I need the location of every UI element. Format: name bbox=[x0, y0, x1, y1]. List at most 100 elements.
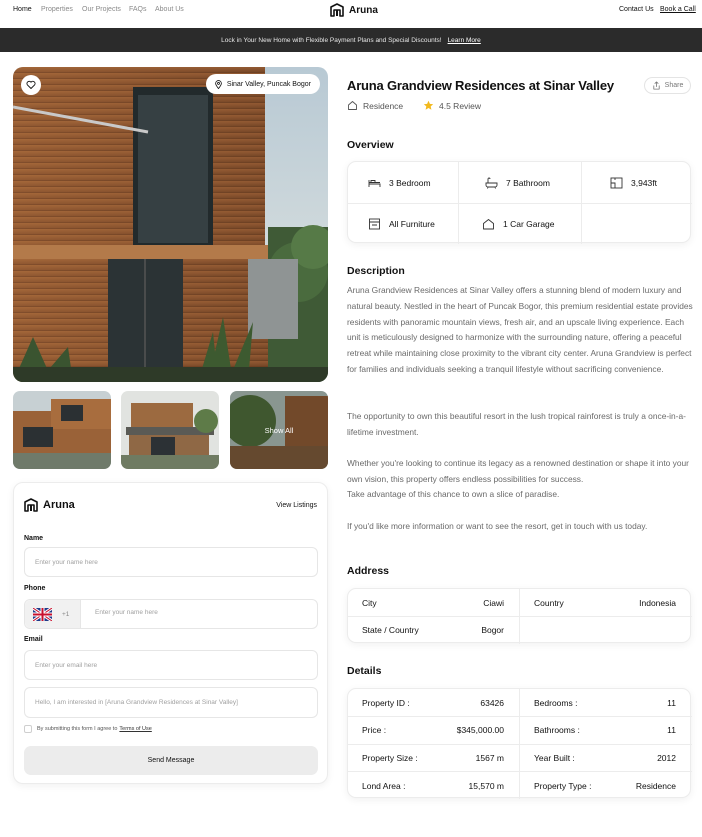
area-icon bbox=[610, 177, 623, 188]
details-value: 11 bbox=[667, 725, 676, 735]
phone-placeholder: Enter your name here bbox=[95, 609, 158, 616]
location-text: Sinar Valley, Puncak Bogor bbox=[226, 80, 311, 88]
favorite-button[interactable] bbox=[21, 75, 41, 95]
garage-icon bbox=[483, 218, 494, 229]
name-placeholder: Enter your name here bbox=[35, 558, 98, 566]
phone-code: +1 bbox=[62, 610, 70, 618]
consent-checkbox[interactable] bbox=[24, 725, 32, 733]
bathtub-icon bbox=[485, 177, 498, 189]
star-icon bbox=[423, 100, 434, 110]
message-placeholder: Hello, I am interested in [Aruna Grandvi… bbox=[35, 699, 238, 706]
overview-furniture: All Furniture bbox=[368, 203, 435, 244]
email-label: Email bbox=[24, 636, 43, 643]
details-value: 15,570 m bbox=[468, 781, 504, 791]
hero-image[interactable]: Sinar Valley, Puncak Bogor bbox=[13, 67, 328, 382]
brand-logo[interactable]: Aruna bbox=[330, 3, 378, 17]
house-photo bbox=[13, 67, 328, 382]
overview-bathrooms: 7 Bathroom bbox=[485, 162, 550, 203]
description-paragraph: Whether you're looking to continue its l… bbox=[347, 458, 689, 484]
uk-flag-icon bbox=[33, 607, 52, 621]
banner-text: Lock in Your New Home with Flexible Paym… bbox=[221, 36, 442, 44]
name-label: Name bbox=[24, 535, 44, 542]
share-label: Share bbox=[664, 82, 684, 89]
country-label: Country bbox=[534, 598, 564, 608]
thumbnail-photo bbox=[121, 391, 219, 469]
property-title: Aruna Grandview Residences at Sinar Vall… bbox=[347, 78, 614, 93]
share-button[interactable]: Share bbox=[644, 77, 691, 94]
overview-label: 1 Car Garage bbox=[503, 218, 555, 229]
banner-learn-more-link[interactable]: Learn More bbox=[448, 37, 481, 44]
furniture-icon bbox=[369, 218, 380, 229]
details-label: Property Size : bbox=[362, 753, 418, 763]
top-nav: Home Properties Our Projects FAQs About … bbox=[0, 0, 702, 24]
consent-text: By submitting this form I agree to bbox=[37, 726, 118, 732]
phone-label: Phone bbox=[24, 585, 46, 592]
details-label: Year Built : bbox=[534, 753, 575, 763]
property-type: Residence bbox=[347, 100, 403, 111]
details-value: 1567 m bbox=[475, 753, 504, 763]
details-value: $345,000.00 bbox=[456, 725, 504, 735]
logo-icon bbox=[24, 498, 38, 512]
overview-label: All Furniture bbox=[389, 218, 435, 229]
nav-properties[interactable]: Properties bbox=[41, 6, 73, 13]
details-label: Lond Area : bbox=[362, 781, 406, 791]
phone-field[interactable]: +1 Enter your name here bbox=[24, 599, 318, 629]
details-label: Bedrooms : bbox=[534, 698, 578, 708]
details-heading: Details bbox=[347, 665, 382, 677]
terms-of-use-link[interactable]: Terms of Use bbox=[119, 726, 151, 732]
nav-book-call[interactable]: Book a Call bbox=[660, 6, 696, 13]
email-placeholder: Enter your email here bbox=[35, 661, 98, 669]
nav-home[interactable]: Home bbox=[13, 6, 32, 13]
name-field[interactable]: Enter your name here bbox=[24, 547, 318, 577]
details-value: 11 bbox=[667, 698, 676, 708]
thumbnail-2[interactable] bbox=[121, 391, 219, 469]
nav-contact-us[interactable]: Contact Us bbox=[619, 6, 654, 13]
heart-icon bbox=[26, 80, 36, 89]
details-label: Price : bbox=[362, 725, 387, 735]
view-listings-link[interactable]: View Listings bbox=[276, 502, 317, 509]
thumbnail-1[interactable] bbox=[13, 391, 111, 469]
description-paragraph: Aruna Grandview Residences at Sinar Vall… bbox=[347, 285, 693, 374]
address-table: City Ciawi Country Indonesia State / Cou… bbox=[347, 588, 692, 644]
state-value: Bogor bbox=[481, 625, 504, 635]
bed-icon bbox=[368, 179, 381, 187]
home-icon bbox=[348, 101, 357, 110]
share-icon bbox=[653, 81, 660, 90]
city-value: Ciawi bbox=[483, 598, 504, 608]
promo-banner: Lock in Your New Home with Flexible Paym… bbox=[0, 28, 702, 52]
description-paragraph: The opportunity to own this beautiful re… bbox=[347, 411, 686, 437]
details-label: Bathrooms : bbox=[534, 725, 580, 735]
overview-area: 3,943ft bbox=[610, 162, 657, 203]
form-brand-logo: Aruna bbox=[24, 498, 75, 512]
details-value: 2012 bbox=[657, 753, 676, 763]
overview-garage: 1 Car Garage bbox=[482, 203, 555, 244]
state-label: State / Country bbox=[362, 625, 419, 635]
details-label: Property ID : bbox=[362, 698, 410, 708]
details-table: Property ID : 63426 Bedrooms : 11 Price … bbox=[347, 688, 692, 799]
email-field[interactable]: Enter your email here bbox=[24, 650, 318, 680]
country-code-select[interactable]: +1 bbox=[25, 600, 81, 628]
send-message-button[interactable]: Send Message bbox=[24, 746, 318, 775]
description-paragraph: Take advantage of this chance to own a s… bbox=[347, 489, 560, 499]
contact-form: Aruna View Listings Name Enter your name… bbox=[13, 482, 328, 784]
overview-label: 7 Bathroom bbox=[506, 177, 550, 188]
property-type-label: Residence bbox=[363, 100, 404, 111]
location-badge: Sinar Valley, Puncak Bogor bbox=[205, 74, 320, 94]
overview-label: 3 Bedroom bbox=[389, 177, 431, 188]
thumbnail-photo bbox=[13, 391, 111, 469]
consent-row: By submitting this form I agree to Terms… bbox=[24, 725, 152, 733]
country-value: Indonesia bbox=[639, 598, 676, 608]
nav-faqs[interactable]: FAQs bbox=[129, 6, 147, 13]
overview-bedrooms: 3 Bedroom bbox=[368, 162, 431, 203]
nav-our-projects[interactable]: Our Projects bbox=[82, 6, 121, 13]
brand-name: Aruna bbox=[349, 4, 378, 16]
show-all-button[interactable]: Show All bbox=[230, 391, 328, 469]
overview-card: 3 Bedroom 7 Bathroom 3,943ft All Furnitu… bbox=[347, 161, 692, 244]
logo-icon bbox=[330, 3, 344, 17]
nav-about-us[interactable]: About Us bbox=[155, 6, 184, 13]
form-brand-name: Aruna bbox=[43, 499, 75, 511]
thumbnail-3[interactable]: Show All bbox=[230, 391, 328, 469]
details-label: Property Type : bbox=[534, 781, 592, 791]
message-field[interactable]: Hello, I am interested in [Aruna Grandvi… bbox=[24, 687, 318, 718]
details-value: Residence bbox=[635, 781, 676, 791]
